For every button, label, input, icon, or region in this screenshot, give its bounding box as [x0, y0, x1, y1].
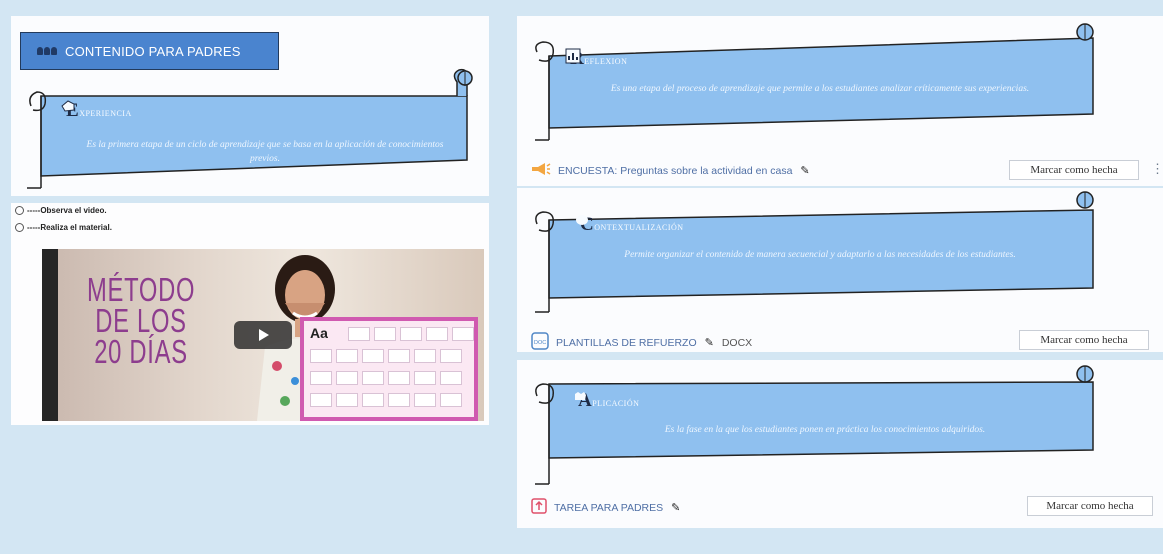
parents-content-panel: CONTENIDO PARA PADRES Experiencia Es la … [11, 16, 489, 196]
activity-tarea-label: TAREA PARA PADRES [554, 501, 664, 514]
instruction-watch: -----Observa el video. [15, 206, 107, 215]
activity-encuesta-label: ENCUESTA: Preguntas sobre la actividad e… [558, 164, 793, 177]
file-type-label: DOCX [721, 336, 753, 349]
kebab-menu-icon[interactable]: ⋮ [1151, 161, 1163, 177]
experiencia-title: Experiencia [61, 100, 132, 122]
mark-done-button[interactable]: Marcar como hecha [1019, 330, 1149, 350]
reflexion-banner: Reflexion Es una etapa del proceso de ap… [525, 18, 1103, 144]
svg-text:DOC: DOC [534, 340, 546, 346]
edit-icon[interactable]: ✎ [671, 501, 680, 514]
activity-plantillas[interactable]: DOC PLANTILLAS DE REFUERZO ✎ DOCX [531, 332, 752, 353]
aplicacion-section: Aplicación Es la fase en la que los estu… [517, 360, 1163, 528]
alphabet-board: Aa [300, 317, 478, 421]
video-player[interactable]: MÉTODO DE LOS 20 DÍAS Aa [42, 249, 484, 421]
edit-icon[interactable]: ✎ [800, 164, 809, 177]
activity-encuesta[interactable]: ENCUESTA: Preguntas sobre la actividad e… [531, 162, 810, 179]
video-thumbnail-title: MÉTODO DE LOS 20 DÍAS [87, 271, 196, 370]
docx-icon: DOC [531, 332, 549, 353]
scroll-banner-graphic [535, 23, 1094, 141]
scroll-banner-graphic [27, 68, 473, 189]
contextualizacion-banner: Contextualización Permite organizar el c… [525, 188, 1103, 316]
edit-icon[interactable]: ✎ [705, 336, 714, 349]
upload-icon [531, 498, 547, 517]
megaphone-icon [531, 162, 551, 179]
mark-done-button[interactable]: Marcar como hecha [1009, 160, 1139, 180]
play-button[interactable] [234, 321, 292, 349]
globe-icon [15, 223, 24, 232]
users-icon [37, 47, 57, 55]
play-icon [259, 329, 269, 341]
section-header-title: CONTENIDO PARA PADRES [65, 43, 241, 59]
activity-plantillas-label: PLANTILLAS DE REFUERZO [556, 336, 697, 349]
reflexion-section: Reflexion Es una etapa del proceso de ap… [517, 16, 1163, 186]
reflexion-title: Reflexion [565, 48, 627, 70]
globe-icon [15, 206, 24, 215]
video-panel: -----Observa el video. -----Realiza el m… [11, 203, 489, 425]
aplicacion-description: Es la fase en la que los estudiantes pon… [664, 425, 986, 435]
instruction-material: -----Realiza el material. [15, 223, 112, 232]
experiencia-banner: Experiencia Es la primera etapa de un ci… [19, 60, 479, 190]
contextualizacion-section: Contextualización Permite organizar el c… [517, 188, 1163, 352]
contextualizacion-description: Permite organizar el contenido de manera… [624, 250, 1016, 260]
aplicacion-title: Aplicación [573, 390, 639, 412]
video-sidebar [42, 249, 58, 421]
aplicacion-banner: Aplicación Es la fase en la que los estu… [525, 360, 1103, 490]
activity-tarea[interactable]: TAREA PARA PADRES ✎ [531, 498, 680, 517]
reflexion-description: Es una etapa del proceso de aprendizaje … [610, 84, 1030, 94]
board-label: Aa [310, 325, 328, 341]
experiencia-description: Es la primera etapa de un ciclo de apren… [86, 140, 444, 164]
contextualizacion-title: Contextualización [575, 214, 684, 236]
mark-done-button[interactable]: Marcar como hecha [1027, 496, 1153, 516]
